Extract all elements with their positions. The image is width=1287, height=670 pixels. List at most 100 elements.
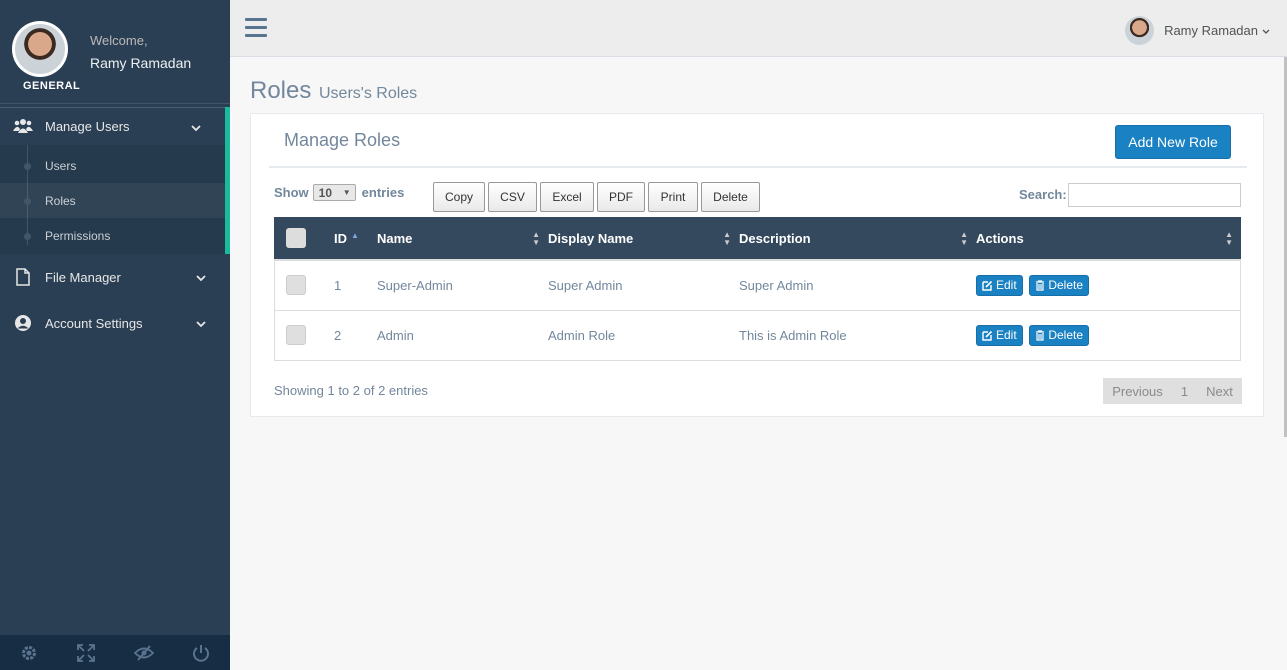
menu-account-settings[interactable]: Account Settings — [0, 303, 230, 343]
delete-selected-button[interactable]: Delete — [701, 182, 760, 212]
search-label: Search: — [1019, 187, 1067, 202]
submenu: Users Roles Permissions — [0, 145, 230, 254]
add-new-role-button[interactable]: Add New Role — [1115, 125, 1231, 159]
edit-button[interactable]: Edit — [976, 324, 1023, 346]
trash-icon — [1036, 329, 1045, 341]
fullscreen-icon[interactable] — [58, 635, 116, 670]
pdf-button[interactable]: PDF — [597, 182, 645, 212]
welcome-text: Welcome, — [90, 33, 148, 48]
delete-button[interactable]: Delete — [1029, 274, 1089, 296]
delete-label: Delete — [1048, 278, 1083, 293]
show-label: Show — [274, 185, 309, 200]
column-id[interactable]: ID ▲ — [334, 217, 377, 260]
sort-icon: ▲ ▼ — [532, 230, 540, 247]
page-heading: Roles — [250, 77, 312, 104]
column-label: Name — [377, 230, 413, 246]
row-select-cell — [274, 310, 334, 360]
cell-display-name: Super Admin — [548, 277, 623, 293]
previous-button[interactable]: Previous — [1103, 378, 1172, 404]
cell-actions: Edit Delete — [976, 310, 1241, 360]
page-title: Roles Users's Roles — [250, 77, 417, 105]
print-button[interactable]: Print — [648, 182, 698, 212]
delete-button[interactable]: Delete — [1029, 324, 1089, 346]
sort-icon: ▲ ▼ — [1225, 230, 1233, 247]
table-row: 1 Super-Admin Super Admin Super Admin Ed… — [274, 260, 1241, 310]
sidebar-footer — [0, 635, 230, 670]
column-description[interactable]: Description ▲ ▼ — [739, 217, 976, 260]
select-all-checkbox[interactable] — [286, 228, 306, 248]
sidebar: Welcome, Ramy Ramadan GENERAL Manage Use… — [0, 0, 230, 670]
top-navbar: Ramy Ramadan — [230, 0, 1287, 57]
column-label: ID — [334, 230, 347, 246]
page-button-1[interactable]: 1 — [1172, 378, 1197, 404]
sidebar-item-users[interactable]: Users — [0, 148, 225, 183]
copy-button[interactable]: Copy — [433, 182, 485, 212]
avatar[interactable] — [12, 21, 68, 77]
select-all-cell — [274, 217, 334, 260]
avatar — [1125, 16, 1155, 45]
sidebar-item-label: Users — [45, 158, 77, 173]
chevron-down-icon — [191, 120, 201, 135]
row-checkbox[interactable] — [286, 275, 306, 296]
divider — [0, 103, 230, 104]
table-header: ID ▲ Name ▲ ▼ Display Name ▲ ▼ Description … — [274, 217, 1241, 260]
file-icon — [0, 268, 45, 286]
cell-description: Super Admin — [739, 277, 814, 293]
menu-label: File Manager — [45, 269, 121, 285]
entries-label: entries — [361, 185, 405, 200]
page-length-value: 10 — [318, 185, 333, 200]
csv-button[interactable]: CSV — [488, 182, 537, 212]
edit-button[interactable]: Edit — [976, 274, 1023, 296]
edit-icon — [982, 280, 993, 291]
sidebar-item-label: Permissions — [45, 228, 111, 243]
next-button[interactable]: Next — [1197, 378, 1242, 404]
sidebar-item-roles[interactable]: Roles — [0, 183, 225, 218]
cell-description: This is Admin Role — [739, 327, 847, 343]
table-info: Showing 1 to 2 of 2 entries — [274, 383, 428, 398]
cell-id: 1 — [334, 277, 342, 293]
profile: Welcome, Ramy Ramadan GENERAL — [0, 0, 230, 103]
cell-display-name: Admin Role — [548, 327, 616, 343]
trash-icon — [1036, 280, 1045, 291]
roles-panel: Manage Roles Add New Role Show 10 ▼ entr… — [250, 113, 1264, 417]
section-title: GENERAL — [23, 80, 81, 92]
menu-file-manager[interactable]: File Manager — [0, 257, 230, 297]
menu-manage-users[interactable]: Manage Users — [0, 107, 230, 145]
power-icon[interactable] — [173, 635, 231, 670]
edit-icon — [982, 330, 993, 341]
cell-id: 2 — [334, 327, 342, 343]
edit-label: Edit — [996, 278, 1017, 293]
users-icon — [0, 118, 45, 134]
eye-slash-icon[interactable] — [115, 635, 173, 670]
page-length-select[interactable]: 10 ▼ — [312, 184, 356, 201]
sort-icon: ▲ ▼ — [723, 230, 731, 247]
profile-name: Ramy Ramadan — [90, 55, 192, 71]
gear-icon[interactable] — [0, 635, 58, 670]
edit-label: Edit — [996, 328, 1017, 342]
page-subheading: Users's Roles — [318, 85, 418, 102]
chevron-down-icon — [196, 270, 206, 285]
search-input[interactable] — [1068, 183, 1241, 207]
sidebar-item-permissions[interactable]: Permissions — [0, 218, 225, 253]
column-label: Description — [739, 230, 811, 246]
column-name[interactable]: Name ▲ ▼ — [377, 217, 548, 260]
menu-toggle-icon[interactable] — [245, 18, 267, 42]
column-display-name[interactable]: Display Name ▲ ▼ — [548, 217, 739, 260]
column-actions[interactable]: Actions ▲ ▼ — [976, 217, 1241, 260]
pagination: Previous 1 Next — [1103, 378, 1242, 404]
column-label: Display Name — [548, 230, 634, 246]
row-checkbox[interactable] — [286, 325, 306, 345]
cell-actions: Edit Delete — [976, 260, 1241, 310]
divider — [269, 166, 1247, 168]
menu-label: Manage Users — [45, 118, 130, 134]
user-menu[interactable]: Ramy Ramadan — [1125, 16, 1270, 45]
chevron-down-icon — [196, 316, 206, 331]
page-length-control: Show 10 ▼ entries — [274, 184, 404, 201]
menu-label: Account Settings — [45, 315, 143, 331]
sort-asc-icon: ▲ — [351, 230, 359, 240]
excel-button[interactable]: Excel — [540, 182, 594, 212]
user-menu-name: Ramy Ramadan — [1164, 23, 1258, 38]
caret-down-icon: ▼ — [342, 188, 351, 197]
chevron-down-icon — [1262, 23, 1270, 38]
row-select-cell — [274, 260, 334, 310]
